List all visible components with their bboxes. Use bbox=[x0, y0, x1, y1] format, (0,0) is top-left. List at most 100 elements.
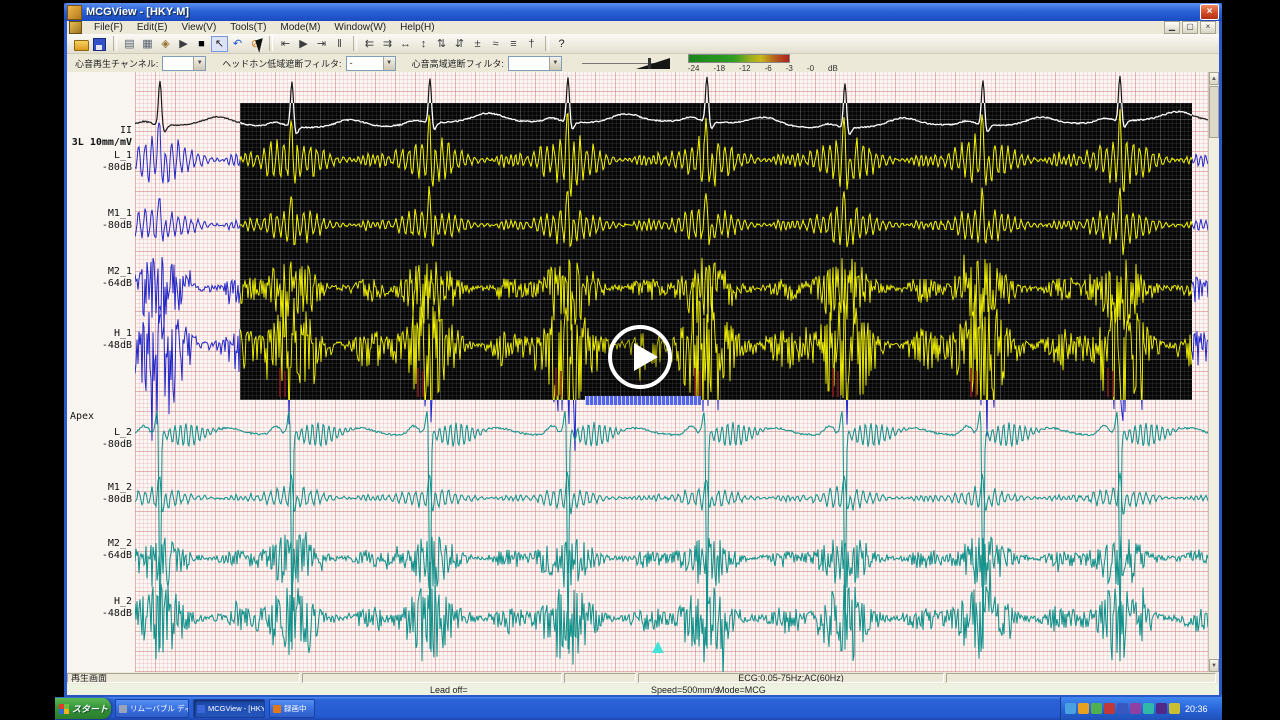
volume-slider[interactable] bbox=[581, 56, 670, 70]
status-panel: ECG:0.05-75Hz;AC(60Hz) bbox=[638, 673, 944, 683]
menu-tools[interactable]: Tools(T) bbox=[223, 22, 273, 33]
scroll-down-icon[interactable]: ▼ bbox=[1209, 659, 1219, 672]
scroll-up-icon[interactable]: ▲ bbox=[1209, 72, 1219, 85]
volume-wedge-icon bbox=[635, 58, 670, 69]
screen: MCGView - [HKY-M] × File(F) Edit(E) View(V… bbox=[0, 0, 1280, 720]
channel-up-icon[interactable]: ⇅ bbox=[433, 36, 450, 52]
marker-icon[interactable]: ◈ bbox=[157, 36, 174, 52]
mdi-minimize-icon[interactable]: ▁ bbox=[1164, 21, 1180, 34]
toolbar-separator bbox=[353, 36, 357, 51]
task-button-label: MCGView - [HKY-M] bbox=[208, 704, 265, 713]
menu-mode[interactable]: Mode(M) bbox=[273, 22, 327, 33]
task-button-icon bbox=[197, 704, 205, 713]
vu-meter: -24 -18 -12 -6 -3 -0 dB bbox=[687, 53, 844, 73]
audio-channel-combo[interactable]: ▼ bbox=[162, 55, 207, 71]
channel-label: L_1 bbox=[113, 150, 132, 161]
tray-icon[interactable] bbox=[1104, 703, 1115, 714]
task-button-icon bbox=[119, 704, 127, 713]
trace-H_1 bbox=[135, 278, 1208, 451]
baseline-icon[interactable]: ± bbox=[469, 36, 486, 52]
close-button[interactable]: × bbox=[1200, 4, 1219, 20]
chevron-down-icon[interactable]: ▼ bbox=[548, 56, 561, 70]
scrollbar-thumb[interactable] bbox=[1209, 86, 1219, 138]
zoom-amplitude-icon[interactable]: ↕ bbox=[415, 36, 432, 52]
mdi-window-buttons: ▁ ▢ × bbox=[1164, 21, 1216, 34]
zoom-time-icon[interactable]: ↔ bbox=[397, 36, 414, 52]
tray-icon[interactable] bbox=[1130, 703, 1141, 714]
undo-icon[interactable]: ↶ bbox=[229, 36, 246, 52]
trace-II bbox=[135, 76, 1208, 136]
annotate-icon[interactable]: ≡ bbox=[505, 36, 522, 52]
channel-label: -64dB bbox=[101, 550, 132, 561]
tray-icon[interactable] bbox=[1065, 703, 1076, 714]
play-icon bbox=[634, 343, 658, 371]
menu-view[interactable]: View(V) bbox=[174, 22, 223, 33]
video-progress-strip[interactable] bbox=[585, 396, 701, 405]
report-view-icon[interactable]: ▤ bbox=[121, 36, 138, 52]
menu-help[interactable]: Help(H) bbox=[393, 22, 441, 33]
video-play-button[interactable] bbox=[608, 325, 672, 389]
channel-label: 3L 10mm/mV bbox=[71, 137, 132, 148]
tray-icon[interactable] bbox=[1117, 703, 1128, 714]
jump-end-icon[interactable]: ⇉ bbox=[379, 36, 396, 52]
measure-icon[interactable]: † bbox=[523, 36, 540, 52]
rewind-icon[interactable]: ⇤ bbox=[277, 36, 294, 52]
context-help-icon[interactable]: ? bbox=[553, 36, 570, 52]
fast-forward-icon[interactable]: ⇥ bbox=[313, 36, 330, 52]
tray-icon[interactable] bbox=[1169, 703, 1180, 714]
start-button[interactable]: スタート bbox=[55, 698, 111, 719]
window-title: MCGView - [HKY-M] bbox=[86, 6, 190, 18]
tray-icon[interactable] bbox=[1143, 703, 1154, 714]
task-button[interactable]: 録画中 bbox=[269, 699, 315, 718]
menu-bar: File(F) Edit(E) View(V) Tools(T) Mode(M) Wind… bbox=[67, 21, 1219, 35]
chevron-down-icon[interactable]: ▼ bbox=[382, 56, 395, 70]
time-marker-icon: ▲ bbox=[648, 636, 668, 658]
tray-icons bbox=[1065, 703, 1182, 714]
lowcut-filter-value: - bbox=[349, 58, 353, 68]
highcut-filter-label: 心音高域遮断フィルタ: bbox=[411, 58, 504, 69]
task-button[interactable]: MCGView - [HKY-M] bbox=[193, 699, 265, 718]
tray-icon[interactable] bbox=[1091, 703, 1102, 714]
channel-label: M2_2 bbox=[107, 538, 132, 549]
task-button[interactable]: リムーバブル ディスク (F:) bbox=[115, 699, 189, 718]
pointer-tool-icon[interactable]: ↖ bbox=[211, 35, 228, 52]
jump-start-icon[interactable]: ⇇ bbox=[361, 36, 378, 52]
lead-off-status: Lead off= bbox=[430, 685, 468, 695]
play-icon[interactable]: ▶ bbox=[175, 36, 192, 52]
tray-icon[interactable] bbox=[1078, 703, 1089, 714]
lowcut-filter-label: ヘッドホン低域遮断フィルタ: bbox=[222, 58, 342, 69]
channel-label: -80dB bbox=[101, 220, 132, 231]
pause-icon[interactable]: ‖ bbox=[331, 36, 348, 52]
menu-edit[interactable]: Edit(E) bbox=[130, 22, 175, 33]
highcut-filter-combo[interactable]: ▼ bbox=[507, 55, 562, 71]
app-icon bbox=[67, 4, 82, 20]
play-segment-icon[interactable]: ▶ bbox=[295, 36, 312, 52]
toolbar-separator bbox=[545, 36, 549, 51]
trace-M1_1 bbox=[240, 186, 1192, 255]
wave-view-icon[interactable]: ▦ bbox=[139, 36, 156, 52]
channel-label: -48dB bbox=[101, 340, 132, 351]
menu-window[interactable]: Window(W) bbox=[327, 22, 393, 33]
mdi-restore-icon[interactable]: ▢ bbox=[1182, 21, 1198, 34]
volume-slider-handle[interactable] bbox=[647, 58, 651, 69]
mdi-close-icon[interactable]: × bbox=[1200, 21, 1216, 34]
title-bar[interactable]: MCGView - [HKY-M] × bbox=[64, 3, 1222, 21]
status-bar-lower: Lead off= Speed=500mm/s Mode=MCG bbox=[67, 684, 1219, 695]
status-panel bbox=[946, 673, 1216, 683]
vu-meter-bar bbox=[687, 53, 790, 63]
menu-file[interactable]: File(F) bbox=[87, 22, 130, 33]
open-file-icon[interactable] bbox=[73, 36, 90, 52]
vertical-scrollbar[interactable]: ▲ ▼ bbox=[1208, 72, 1219, 672]
trace-M1_2 bbox=[135, 471, 1208, 515]
filter-icon[interactable]: ≈ bbox=[487, 36, 504, 52]
chevron-down-icon[interactable]: ▼ bbox=[193, 56, 206, 70]
trace-L_1 bbox=[240, 109, 1192, 197]
lowcut-filter-combo[interactable]: - ▼ bbox=[345, 55, 396, 71]
save-icon[interactable] bbox=[91, 36, 108, 52]
tray-icon[interactable] bbox=[1156, 703, 1167, 714]
stop-icon[interactable]: ■ bbox=[193, 36, 210, 52]
speed-status: Speed=500mm/s bbox=[651, 685, 720, 695]
channel-label-panel: II 3L 10mm/mV L_1 -80dB M1_1 -80dB M2_1 -64dB H_… bbox=[67, 72, 135, 672]
channel-label: M1_2 bbox=[107, 482, 132, 493]
channel-down-icon[interactable]: ⇵ bbox=[451, 36, 468, 52]
